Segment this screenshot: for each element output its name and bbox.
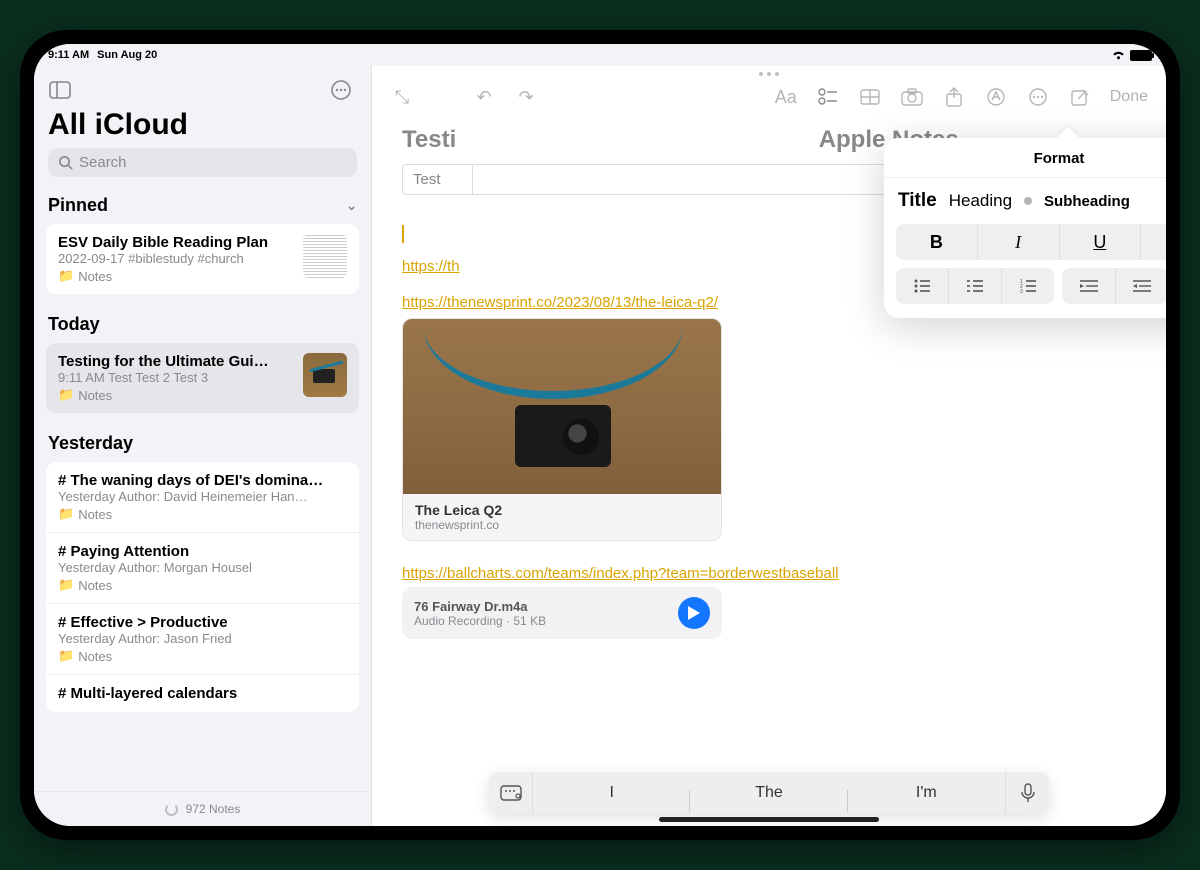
battery-icon (1130, 50, 1152, 61)
underline-button[interactable]: U (1060, 224, 1142, 260)
text-format-group: B I U S (896, 224, 1166, 260)
text-cursor (402, 225, 404, 243)
editor-toolbar: ⤡ ↶ ↷ Aa (372, 82, 1166, 120)
format-popover: Format Title Heading Subheading Body B I… (884, 138, 1166, 318)
dictation-icon[interactable] (1005, 772, 1049, 814)
compose-icon[interactable] (1064, 82, 1096, 112)
chevron-down-icon: ⌄ (346, 198, 357, 214)
link[interactable]: https://th (402, 258, 460, 275)
section-yesterday: Yesterday (34, 423, 371, 458)
folder-icon: 📁 (58, 577, 74, 593)
section-pinned[interactable]: Pinned ⌄ (34, 185, 371, 220)
redo-icon[interactable]: ↷ (510, 82, 542, 112)
section-today: Today (34, 304, 371, 339)
status-bar: 9:11 AM Sun Aug 20 (34, 44, 1166, 66)
note-thumbnail (303, 234, 347, 278)
table-icon[interactable] (854, 82, 886, 112)
link[interactable]: https://thenewsprint.co/2023/08/13/the-l… (402, 294, 718, 311)
sidebar-footer: 972 Notes (34, 791, 371, 826)
folder-icon: 📁 (58, 387, 74, 403)
bullet-list-button[interactable] (896, 268, 949, 304)
more-options-icon[interactable] (327, 76, 355, 104)
note-editor: ⤡ ↶ ↷ Aa (372, 66, 1166, 826)
strike-button[interactable]: S (1141, 224, 1166, 260)
note-item[interactable]: # Multi-layered calendars (46, 675, 359, 712)
suggestion[interactable]: I'm (848, 784, 1005, 802)
note-item[interactable]: # Effective > Productive Yesterday Autho… (46, 604, 359, 675)
camera-icon[interactable] (896, 82, 928, 112)
home-indicator[interactable] (659, 817, 879, 822)
search-placeholder: Search (79, 154, 127, 171)
markup-icon[interactable] (980, 82, 1012, 112)
multitask-dots[interactable] (372, 66, 1166, 82)
outdent-button[interactable] (1062, 268, 1115, 304)
note-item[interactable]: ESV Daily Bible Reading Plan 2022-09-17 … (46, 224, 359, 294)
notes-sidebar: All iCloud Search Pinned ⌄ ESV Daily Bib… (34, 66, 372, 826)
list-format-group: 123 (896, 268, 1054, 304)
wifi-icon (1111, 50, 1126, 61)
folder-icon: 📁 (58, 648, 74, 664)
style-subheading[interactable]: Subheading (1044, 193, 1130, 210)
search-icon (58, 155, 73, 170)
svg-text:3: 3 (1020, 289, 1023, 293)
checklist-icon[interactable] (812, 82, 844, 112)
share-icon[interactable] (938, 82, 970, 112)
sidebar-title: All iCloud (34, 108, 371, 148)
search-input[interactable]: Search (48, 148, 357, 177)
note-item[interactable]: # The waning days of DEI's domina… Yeste… (46, 462, 359, 533)
scroll-indicator-icon (1024, 197, 1032, 205)
play-button[interactable] (678, 597, 710, 629)
sync-spinner-icon (165, 803, 178, 816)
suggestion[interactable]: The (690, 784, 847, 802)
dash-list-button[interactable] (949, 268, 1002, 304)
popover-title: Format (884, 138, 1166, 178)
indent-button[interactable] (1116, 268, 1166, 304)
folder-icon: 📁 (58, 268, 74, 284)
done-button[interactable]: Done (1106, 88, 1152, 106)
text-style-icon[interactable]: Aa (770, 82, 802, 112)
link-preview-domain: thenewsprint.co (415, 518, 709, 532)
note-item[interactable]: # Paying Attention Yesterday Author: Mor… (46, 533, 359, 604)
note-item-selected[interactable]: Testing for the Ultimate Gui… 9:11 AM Te… (46, 343, 359, 413)
paragraph-styles[interactable]: Title Heading Subheading Body (884, 178, 1166, 224)
status-time: 9:11 AM (48, 49, 89, 61)
indent-group (1062, 268, 1166, 304)
style-heading[interactable]: Heading (949, 191, 1012, 211)
number-list-button[interactable]: 123 (1002, 268, 1054, 304)
sidebar-toggle-icon[interactable] (46, 76, 74, 104)
ellipsis-icon[interactable] (1022, 82, 1054, 112)
link-preview-image (403, 319, 721, 494)
suggestion[interactable]: I (533, 784, 690, 802)
undo-icon[interactable]: ↶ (468, 82, 500, 112)
status-date: Sun Aug 20 (97, 49, 157, 61)
style-title[interactable]: Title (898, 190, 937, 212)
audio-attachment[interactable]: 76 Fairway Dr.m4a Audio Recording · 51 K… (402, 587, 722, 639)
expand-icon[interactable]: ⤡ (386, 82, 418, 112)
keyboard-suggestion-bar: I The I'm (489, 772, 1049, 814)
keyboard-settings-icon[interactable] (489, 772, 533, 814)
link-preview-card[interactable]: The Leica Q2 thenewsprint.co (402, 318, 722, 541)
italic-button[interactable]: I (978, 224, 1060, 260)
note-thumbnail (303, 353, 347, 397)
folder-icon: 📁 (58, 506, 74, 522)
link[interactable]: https://ballcharts.com/teams/index.php?t… (402, 565, 839, 582)
bold-button[interactable]: B (896, 224, 978, 260)
link-preview-title: The Leica Q2 (415, 502, 709, 518)
